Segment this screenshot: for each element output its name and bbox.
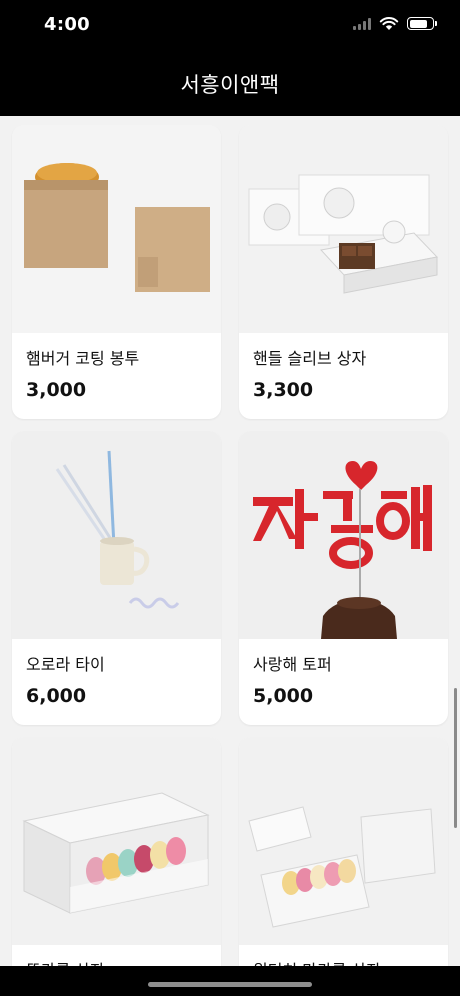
product-price: 5,000 bbox=[253, 685, 314, 707]
product-image bbox=[239, 125, 448, 333]
product-image bbox=[12, 737, 221, 945]
page-title: 서흥이앤팩 bbox=[180, 73, 280, 97]
battery-level bbox=[409, 19, 428, 28]
scrollbar[interactable] bbox=[454, 688, 457, 828]
product-grid: 햄버거 코팅 봉투 3,000 핸들 슬리브 상자 3,300 오로라 타이 6… bbox=[12, 125, 448, 966]
product-name: 뚜카롱 상자 bbox=[26, 957, 105, 966]
status-icons bbox=[353, 16, 437, 31]
wifi-icon bbox=[379, 17, 399, 30]
product-card[interactable]: 원터치 마카롱 상자 bbox=[239, 737, 448, 966]
product-image bbox=[12, 125, 221, 333]
product-price: 6,000 bbox=[26, 685, 87, 707]
product-card[interactable]: 핸들 슬리브 상자 3,300 bbox=[239, 125, 448, 419]
home-indicator[interactable] bbox=[148, 982, 312, 987]
battery-icon bbox=[407, 17, 437, 30]
product-price: 3,300 bbox=[253, 379, 314, 401]
product-image bbox=[239, 431, 448, 639]
product-name: 사랑해 토퍼 bbox=[253, 655, 332, 674]
status-bar: 4:00 bbox=[0, 0, 460, 52]
product-name: 오로라 타이 bbox=[26, 655, 105, 674]
love-topper-image bbox=[239, 431, 448, 639]
product-name: 원터치 마카롱 상자 bbox=[253, 957, 381, 966]
status-time: 4:00 bbox=[44, 14, 90, 35]
product-card[interactable]: 뚜카롱 상자 bbox=[12, 737, 221, 966]
product-card[interactable]: 사랑해 토퍼 5,000 bbox=[239, 431, 448, 725]
one-touch-box-image bbox=[239, 737, 448, 945]
product-name: 햄버거 코팅 봉투 bbox=[26, 349, 140, 368]
cellular-signal-icon bbox=[353, 17, 371, 30]
product-card[interactable]: 오로라 타이 6,000 bbox=[12, 431, 221, 725]
handle-box-image bbox=[239, 125, 448, 333]
product-image bbox=[239, 737, 448, 945]
product-list[interactable]: 햄버거 코팅 봉투 3,000 핸들 슬리브 상자 3,300 오로라 타이 6… bbox=[0, 116, 460, 966]
aurora-tie-image bbox=[12, 431, 221, 639]
product-price: 3,000 bbox=[26, 379, 87, 401]
navigation-bar: 서흥이앤팩 bbox=[0, 52, 460, 116]
product-name: 핸들 슬리브 상자 bbox=[253, 349, 367, 368]
product-card[interactable]: 햄버거 코팅 봉투 3,000 bbox=[12, 125, 221, 419]
macaron-box-image bbox=[12, 737, 221, 945]
home-area bbox=[0, 966, 460, 996]
product-image bbox=[12, 431, 221, 639]
burger-bag-image bbox=[12, 125, 221, 333]
